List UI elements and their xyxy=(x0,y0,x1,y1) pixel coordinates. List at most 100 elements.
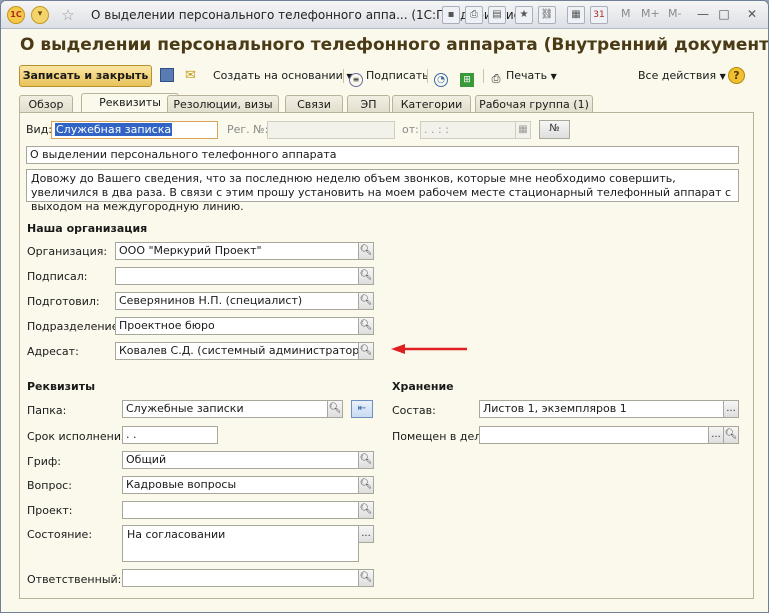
prepared-label: Подготовил: xyxy=(27,295,100,308)
grif-field[interactable]: Общий xyxy=(122,451,359,469)
mail-icon[interactable]: ✉ xyxy=(185,67,196,85)
case-field[interactable] xyxy=(479,426,709,444)
organization-label: Организация: xyxy=(27,245,108,258)
reg-number-field[interactable] xyxy=(267,121,395,139)
reg-number-label: Рег. №: xyxy=(227,123,269,136)
folder-field[interactable]: Служебные записки xyxy=(122,400,328,418)
sign-label: Подписать xyxy=(366,69,429,82)
tab-categories[interactable]: Категории xyxy=(392,95,471,113)
vid-field[interactable]: Служебная записка xyxy=(51,121,218,139)
search-icon[interactable]: 🔍︎ xyxy=(358,501,374,519)
minimize-icon[interactable]: — xyxy=(693,5,713,23)
subject-field[interactable]: О выделении персонального телефонного ап… xyxy=(26,146,739,164)
chevron-down-icon: ▼ xyxy=(550,72,557,81)
save-icon[interactable] xyxy=(160,67,177,85)
tab-overview[interactable]: Обзор xyxy=(19,95,73,113)
maximize-icon[interactable]: □ xyxy=(714,5,734,23)
structure-icon[interactable]: ⊞ xyxy=(460,67,477,87)
divider xyxy=(343,69,344,83)
link-icon[interactable]: ⛓ xyxy=(538,6,556,24)
case-label: Помещен в дело: xyxy=(392,430,492,443)
tab-links[interactable]: Связи xyxy=(285,95,343,113)
more-button[interactable]: ... xyxy=(708,426,724,444)
m-button[interactable]: M xyxy=(621,7,631,20)
add-favorite-icon[interactable]: ★ xyxy=(515,6,533,24)
tab-requisites[interactable]: Реквизиты xyxy=(81,93,179,114)
calendar-picker-icon[interactable]: ▦ xyxy=(515,121,531,139)
responsible-label: Ответственный: xyxy=(27,573,122,586)
deadline-label: Срок исполнения: xyxy=(27,430,132,443)
deadline-field[interactable]: . . xyxy=(122,426,218,444)
sign-button[interactable]: ≡ Подписать xyxy=(349,67,429,87)
date-from-field[interactable]: . . : : xyxy=(420,121,516,139)
department-label: Подразделение: xyxy=(27,320,123,333)
search-icon[interactable]: 🔍︎ xyxy=(358,267,374,285)
folder-label: Папка: xyxy=(27,404,67,417)
grif-label: Гриф: xyxy=(27,455,61,468)
project-field[interactable] xyxy=(122,501,359,519)
requisites-section-heading: Реквизиты xyxy=(27,380,96,393)
print-label: Печать xyxy=(506,69,548,82)
preview-icon[interactable]: ▤ xyxy=(488,6,506,24)
more-button[interactable]: ... xyxy=(358,525,374,543)
create-based-on-button[interactable]: Создать на основании ▼ xyxy=(213,67,353,85)
window-title: О выделении персонального телефонного ап… xyxy=(91,8,526,22)
department-field[interactable]: Проектное бюро xyxy=(115,317,359,335)
search-icon[interactable]: 🔍︎ xyxy=(358,569,374,587)
favorite-star-icon[interactable]: ☆ xyxy=(59,6,77,24)
content-textarea[interactable]: Довожу до Вашего сведения, что за послед… xyxy=(26,169,739,213)
divider xyxy=(483,69,484,83)
create-based-on-label: Создать на основании xyxy=(213,69,343,82)
1c-logo-icon[interactable]: 1С xyxy=(7,6,25,24)
storage-section-heading: Хранение xyxy=(392,380,454,393)
printer-icon: ⎙ xyxy=(491,72,501,85)
question-field[interactable]: Кадровые вопросы xyxy=(122,476,359,494)
close-icon[interactable]: ✕ xyxy=(742,5,762,23)
state-label: Состояние: xyxy=(27,528,93,541)
app-window: 1С ▾ ☆ О выделении персонального телефон… xyxy=(0,0,769,613)
sign-icon: ≡ xyxy=(349,73,363,87)
search-icon[interactable]: 🔍︎ xyxy=(358,476,374,494)
save-disk-icon[interactable]: ▪ xyxy=(442,6,460,24)
search-icon[interactable]: 🔍︎ xyxy=(358,242,374,260)
vid-label: Вид: xyxy=(26,123,53,136)
composition-field[interactable]: Листов 1, экземпляров 1 xyxy=(479,400,724,418)
addressee-field[interactable]: Ковалев С.Д. (системный администратор) xyxy=(115,342,359,360)
all-actions-button[interactable]: Все действия ▼ xyxy=(638,67,726,85)
print-icon[interactable]: ⎙ xyxy=(465,6,483,24)
addressee-label: Адресат: xyxy=(27,345,79,358)
m-plus-button[interactable]: M+ xyxy=(641,7,660,20)
tab-work-group[interactable]: Рабочая группа (1) xyxy=(475,95,593,113)
red-arrow-icon xyxy=(391,344,467,354)
composition-label: Состав: xyxy=(392,404,436,417)
clock-icon[interactable]: ◔ xyxy=(434,67,451,87)
folder-select-icon[interactable]: ⇤ xyxy=(351,400,373,418)
signed-field[interactable] xyxy=(115,267,359,285)
number-button[interactable]: № xyxy=(539,120,570,139)
main-menu-icon[interactable]: ▾ xyxy=(31,6,49,24)
tab-signature[interactable]: ЭП xyxy=(347,95,390,113)
tab-resolutions[interactable]: Резолюции, визы xyxy=(167,95,279,113)
m-minus-button[interactable]: M- xyxy=(668,7,681,20)
search-icon[interactable]: 🔍︎ xyxy=(327,400,343,418)
search-icon[interactable]: 🔍︎ xyxy=(358,292,374,310)
organization-field[interactable]: ООО "Меркурий Проект" xyxy=(115,242,359,260)
more-button[interactable]: ... xyxy=(723,400,739,418)
calculator-icon[interactable]: ▦ xyxy=(567,6,585,24)
responsible-field[interactable] xyxy=(122,569,359,587)
search-icon[interactable]: 🔍︎ xyxy=(723,426,739,444)
page-title: О выделении персонального телефонного ап… xyxy=(20,35,769,55)
org-section-heading: Наша организация xyxy=(27,222,148,235)
all-actions-label: Все действия xyxy=(638,69,717,82)
search-icon[interactable]: 🔍︎ xyxy=(358,342,374,360)
date-from-label: от: xyxy=(402,123,419,136)
search-icon[interactable]: 🔍︎ xyxy=(358,317,374,335)
question-label: Вопрос: xyxy=(27,479,72,492)
save-and-close-button[interactable]: Записать и закрыть xyxy=(19,65,152,87)
search-icon[interactable]: 🔍︎ xyxy=(358,451,374,469)
calendar-icon[interactable]: 31 xyxy=(590,6,608,24)
prepared-field[interactable]: Северянинов Н.П. (специалист) xyxy=(115,292,359,310)
state-field[interactable]: На согласовании xyxy=(122,525,359,562)
help-icon[interactable]: ? xyxy=(728,67,745,84)
print-button[interactable]: ⎙ Печать ▼ xyxy=(489,67,557,85)
